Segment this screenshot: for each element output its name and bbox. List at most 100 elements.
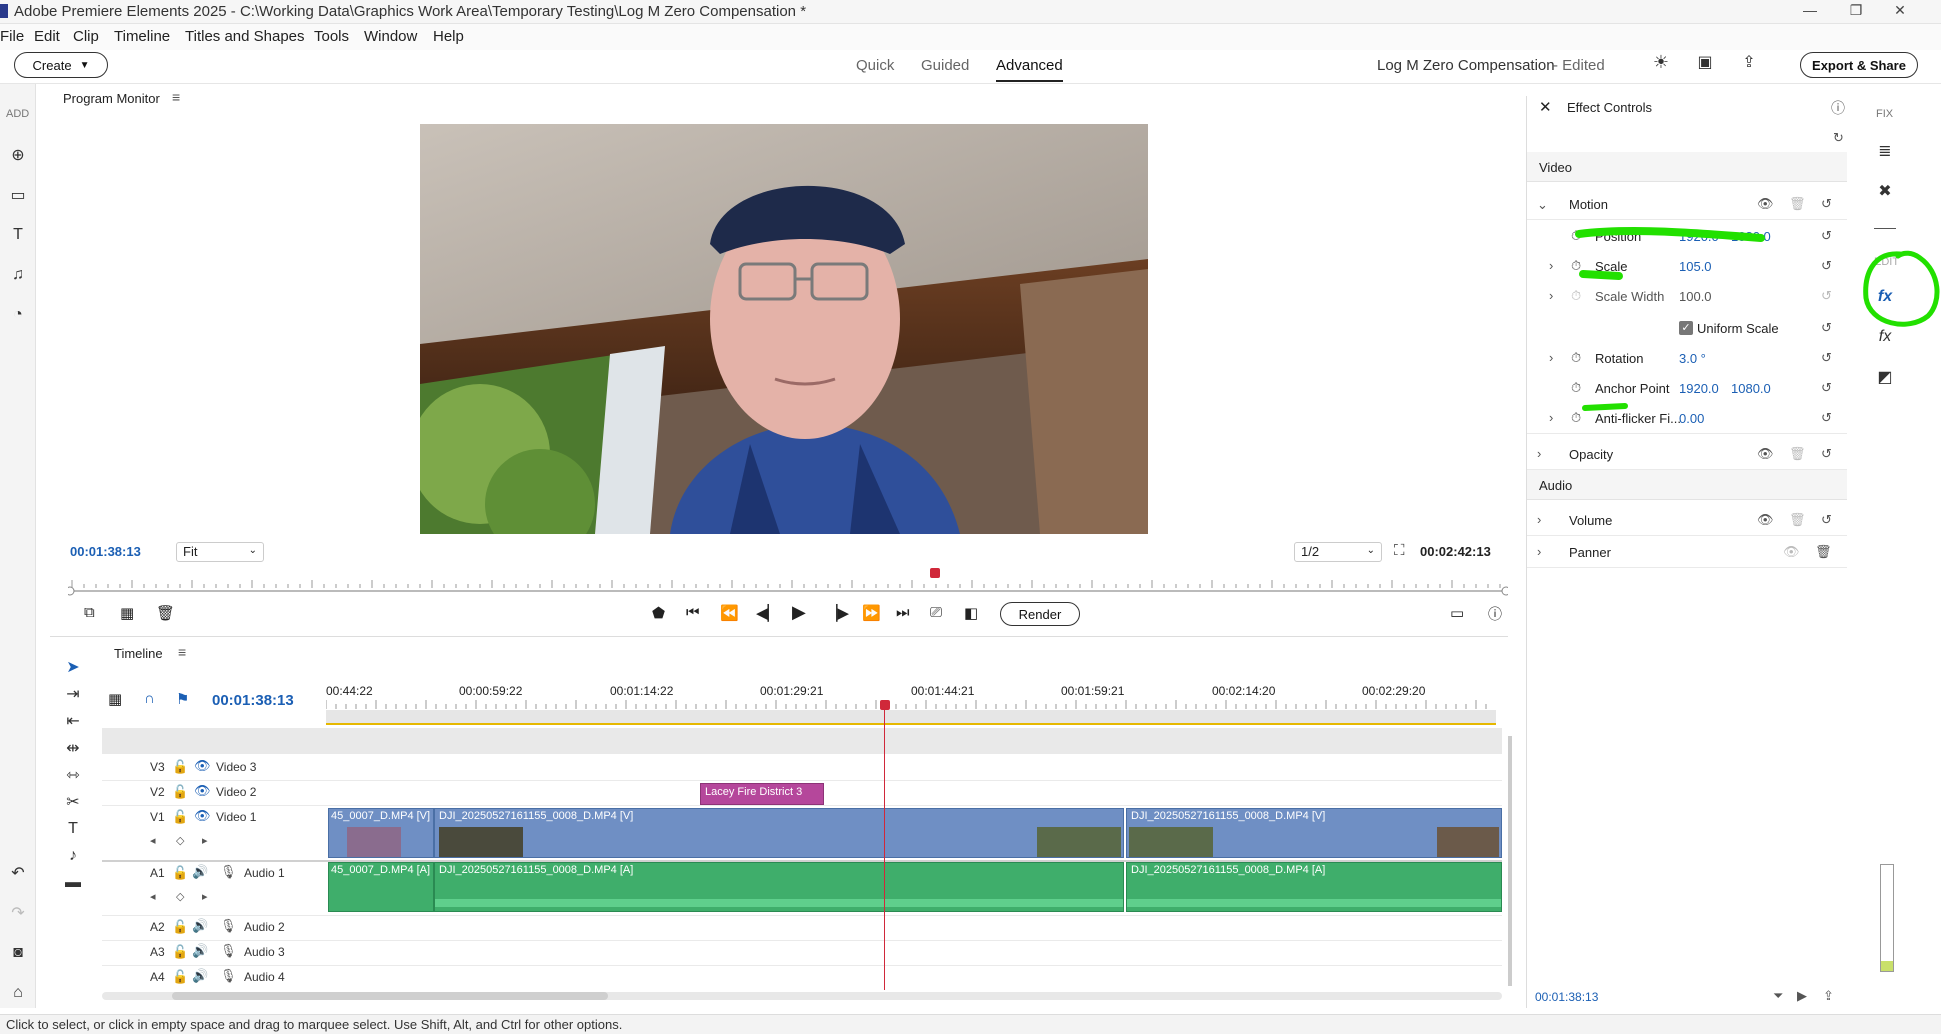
- frame-back-icon[interactable]: ◀▏: [756, 604, 779, 622]
- razor-icon[interactable]: ✂: [62, 791, 84, 813]
- marker-icon[interactable]: ⬟: [652, 604, 665, 622]
- trash-icon[interactable]: 🗑: [1789, 446, 1806, 462]
- go-to-start-icon[interactable]: ⏮: [686, 604, 700, 621]
- effect-opacity[interactable]: › Opacity 👁 🗑 ↺: [1527, 440, 1847, 470]
- video-clip[interactable]: DJI_20250527161155_0008_D.MP4 [V]: [1126, 808, 1502, 858]
- video-clip[interactable]: 45_0007_D.MP4 [V]: [328, 808, 434, 858]
- timeline-horizontal-scrollbar[interactable]: [102, 992, 1502, 1000]
- menu-titles-and-shapes[interactable]: Titles and Shapes: [185, 28, 305, 45]
- add-media-icon[interactable]: ⊕: [7, 144, 29, 166]
- tab-guided[interactable]: Guided: [921, 57, 969, 74]
- brightness-icon[interactable]: ☀: [1648, 52, 1674, 78]
- reset-icon[interactable]: ↺: [1821, 196, 1832, 212]
- reset-icon[interactable]: ↺: [1821, 512, 1832, 528]
- home-icon[interactable]: ⌂: [7, 982, 29, 1004]
- reset-all-icon[interactable]: ↻: [1833, 130, 1844, 146]
- play-icon[interactable]: ▶: [792, 602, 806, 623]
- trash-icon[interactable]: 🗑: [1789, 512, 1806, 528]
- keyframe-add-icon[interactable]: ◇: [176, 834, 184, 847]
- reset-icon[interactable]: ↺: [1821, 350, 1832, 366]
- menu-clip[interactable]: Clip: [73, 28, 99, 45]
- tab-quick[interactable]: Quick: [856, 57, 894, 74]
- keyframe-next-icon[interactable]: ▸: [202, 890, 208, 903]
- chevron-right-icon[interactable]: ›: [1549, 410, 1553, 425]
- chevron-right-icon[interactable]: ›: [1537, 512, 1541, 527]
- graphics-icon[interactable]: ◔: [7, 304, 29, 326]
- menu-edit[interactable]: Edit: [34, 28, 60, 45]
- snap-icon[interactable]: ∩: [144, 690, 155, 707]
- keyframe-prev-icon[interactable]: ◂: [150, 890, 156, 903]
- reset-icon[interactable]: ↺: [1821, 410, 1832, 426]
- eye-icon[interactable]: 👁: [194, 808, 211, 824]
- go-to-end-icon[interactable]: ⏭: [896, 604, 910, 621]
- tab-advanced[interactable]: Advanced: [996, 57, 1063, 82]
- eye-icon[interactable]: 👁: [194, 783, 211, 799]
- menu-timeline[interactable]: Timeline: [114, 28, 170, 45]
- grid-icon[interactable]: ◧: [964, 604, 978, 622]
- selection-tool-icon[interactable]: ➤: [62, 656, 84, 678]
- speaker-icon[interactable]: 🔊: [192, 918, 208, 934]
- timeline-ruler[interactable]: 00:44:22 00:00:59:22 00:01:14:22 00:01:2…: [326, 680, 1496, 728]
- reset-icon[interactable]: ↺: [1821, 446, 1832, 462]
- lock-icon[interactable]: 🔓: [172, 784, 188, 800]
- eye-icon[interactable]: 👁: [1757, 446, 1774, 462]
- help-icon[interactable]: ⓘ: [1488, 604, 1502, 624]
- title-clip[interactable]: Lacey Fire District 3: [700, 783, 824, 805]
- rolling-edit-icon[interactable]: ⇹: [62, 737, 84, 759]
- project-assets-icon[interactable]: ▭: [7, 184, 29, 206]
- freeze-frame-icon[interactable]: ▦: [120, 604, 134, 622]
- timeline-playhead-handle[interactable]: [880, 700, 890, 710]
- microphone-icon[interactable]: 🎙: [220, 943, 237, 959]
- clip-in-icon[interactable]: ⧉: [84, 604, 95, 621]
- audio-tool-icon[interactable]: ♪: [62, 845, 84, 867]
- lock-icon[interactable]: 🔓: [172, 759, 188, 775]
- maximize-button[interactable]: ❐: [1836, 2, 1876, 22]
- step-forward-icon[interactable]: ⏩: [862, 604, 881, 622]
- scrollbar-thumb[interactable]: [172, 992, 608, 1000]
- tools-icon[interactable]: ✖: [1874, 180, 1896, 202]
- reset-icon[interactable]: ↺: [1821, 380, 1832, 396]
- transitions-icon[interactable]: ◩: [1874, 366, 1896, 388]
- quality-dropdown[interactable]: 1/2 ⌄: [1294, 542, 1382, 562]
- redo-icon[interactable]: ↷: [7, 902, 29, 924]
- safe-margins-icon[interactable]: ⛶: [1394, 542, 1405, 559]
- trash-icon[interactable]: 🗑: [1815, 544, 1832, 560]
- rate-stretch-icon[interactable]: ⇿: [62, 764, 84, 786]
- keyframe-prev-icon[interactable]: ◂: [150, 834, 156, 847]
- keyframe-next-icon[interactable]: ▸: [202, 834, 208, 847]
- audio-clip[interactable]: DJI_20250527161155_0008_D.MP4 [A]: [1126, 862, 1502, 912]
- linked-selection-icon[interactable]: ⚑: [176, 690, 189, 708]
- audio-clip[interactable]: 45_0007_D.MP4 [A]: [328, 862, 434, 912]
- render-button[interactable]: Render: [1000, 602, 1080, 626]
- close-button[interactable]: ✕: [1880, 2, 1920, 22]
- adjustments-icon[interactable]: ≣: [1874, 140, 1896, 162]
- save-icon[interactable]: ▣: [1692, 52, 1718, 78]
- organizer-icon[interactable]: ◙: [7, 942, 29, 964]
- menu-window[interactable]: Window: [364, 28, 417, 45]
- chevron-right-icon[interactable]: ›: [1537, 544, 1541, 559]
- minimize-button[interactable]: —: [1790, 2, 1830, 22]
- monitor-display-icon[interactable]: ▭: [1450, 604, 1464, 622]
- ripple-icon[interactable]: ⇤: [62, 710, 84, 732]
- keyframe-add-icon[interactable]: ◇: [176, 890, 184, 903]
- monitor-playhead[interactable]: [930, 568, 940, 578]
- titles-icon[interactable]: T: [7, 224, 29, 246]
- trash-icon[interactable]: 🗑: [156, 604, 175, 622]
- share-icon[interactable]: ⇪: [1736, 52, 1762, 78]
- trash-icon[interactable]: 🗑: [1789, 196, 1806, 212]
- speaker-icon[interactable]: 🔊: [192, 968, 208, 984]
- eye-icon[interactable]: 👁: [1757, 196, 1774, 212]
- microphone-icon[interactable]: 🎙: [220, 968, 237, 984]
- export-icon[interactable]: ⇪: [1823, 988, 1834, 1004]
- lock-icon[interactable]: 🔓: [172, 919, 188, 935]
- monitor-scrubber[interactable]: [65, 576, 1511, 596]
- reset-icon[interactable]: ↺: [1821, 258, 1832, 274]
- undo-icon[interactable]: ↶: [7, 862, 29, 884]
- eye-icon[interactable]: 👁: [1757, 512, 1774, 528]
- create-button[interactable]: Create ▼: [14, 52, 108, 78]
- close-icon[interactable]: ✕: [1539, 98, 1552, 116]
- lock-icon[interactable]: 🔓: [172, 809, 188, 825]
- chevron-right-icon[interactable]: ›: [1537, 446, 1541, 461]
- speaker-icon[interactable]: 🔊: [192, 943, 208, 959]
- panel-menu-icon[interactable]: ≡: [172, 89, 180, 105]
